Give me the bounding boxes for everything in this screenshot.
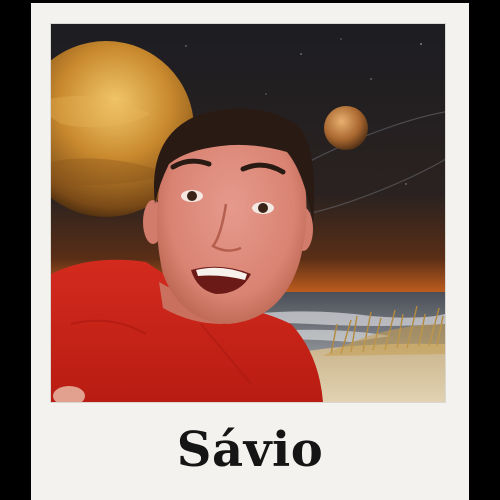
name-caption: Sávio xyxy=(176,422,324,478)
photo xyxy=(50,23,446,403)
polaroid-frame: Sávio xyxy=(31,3,469,500)
canvas: Sávio xyxy=(0,0,500,500)
moon xyxy=(324,106,368,150)
photo-scene xyxy=(51,24,445,402)
